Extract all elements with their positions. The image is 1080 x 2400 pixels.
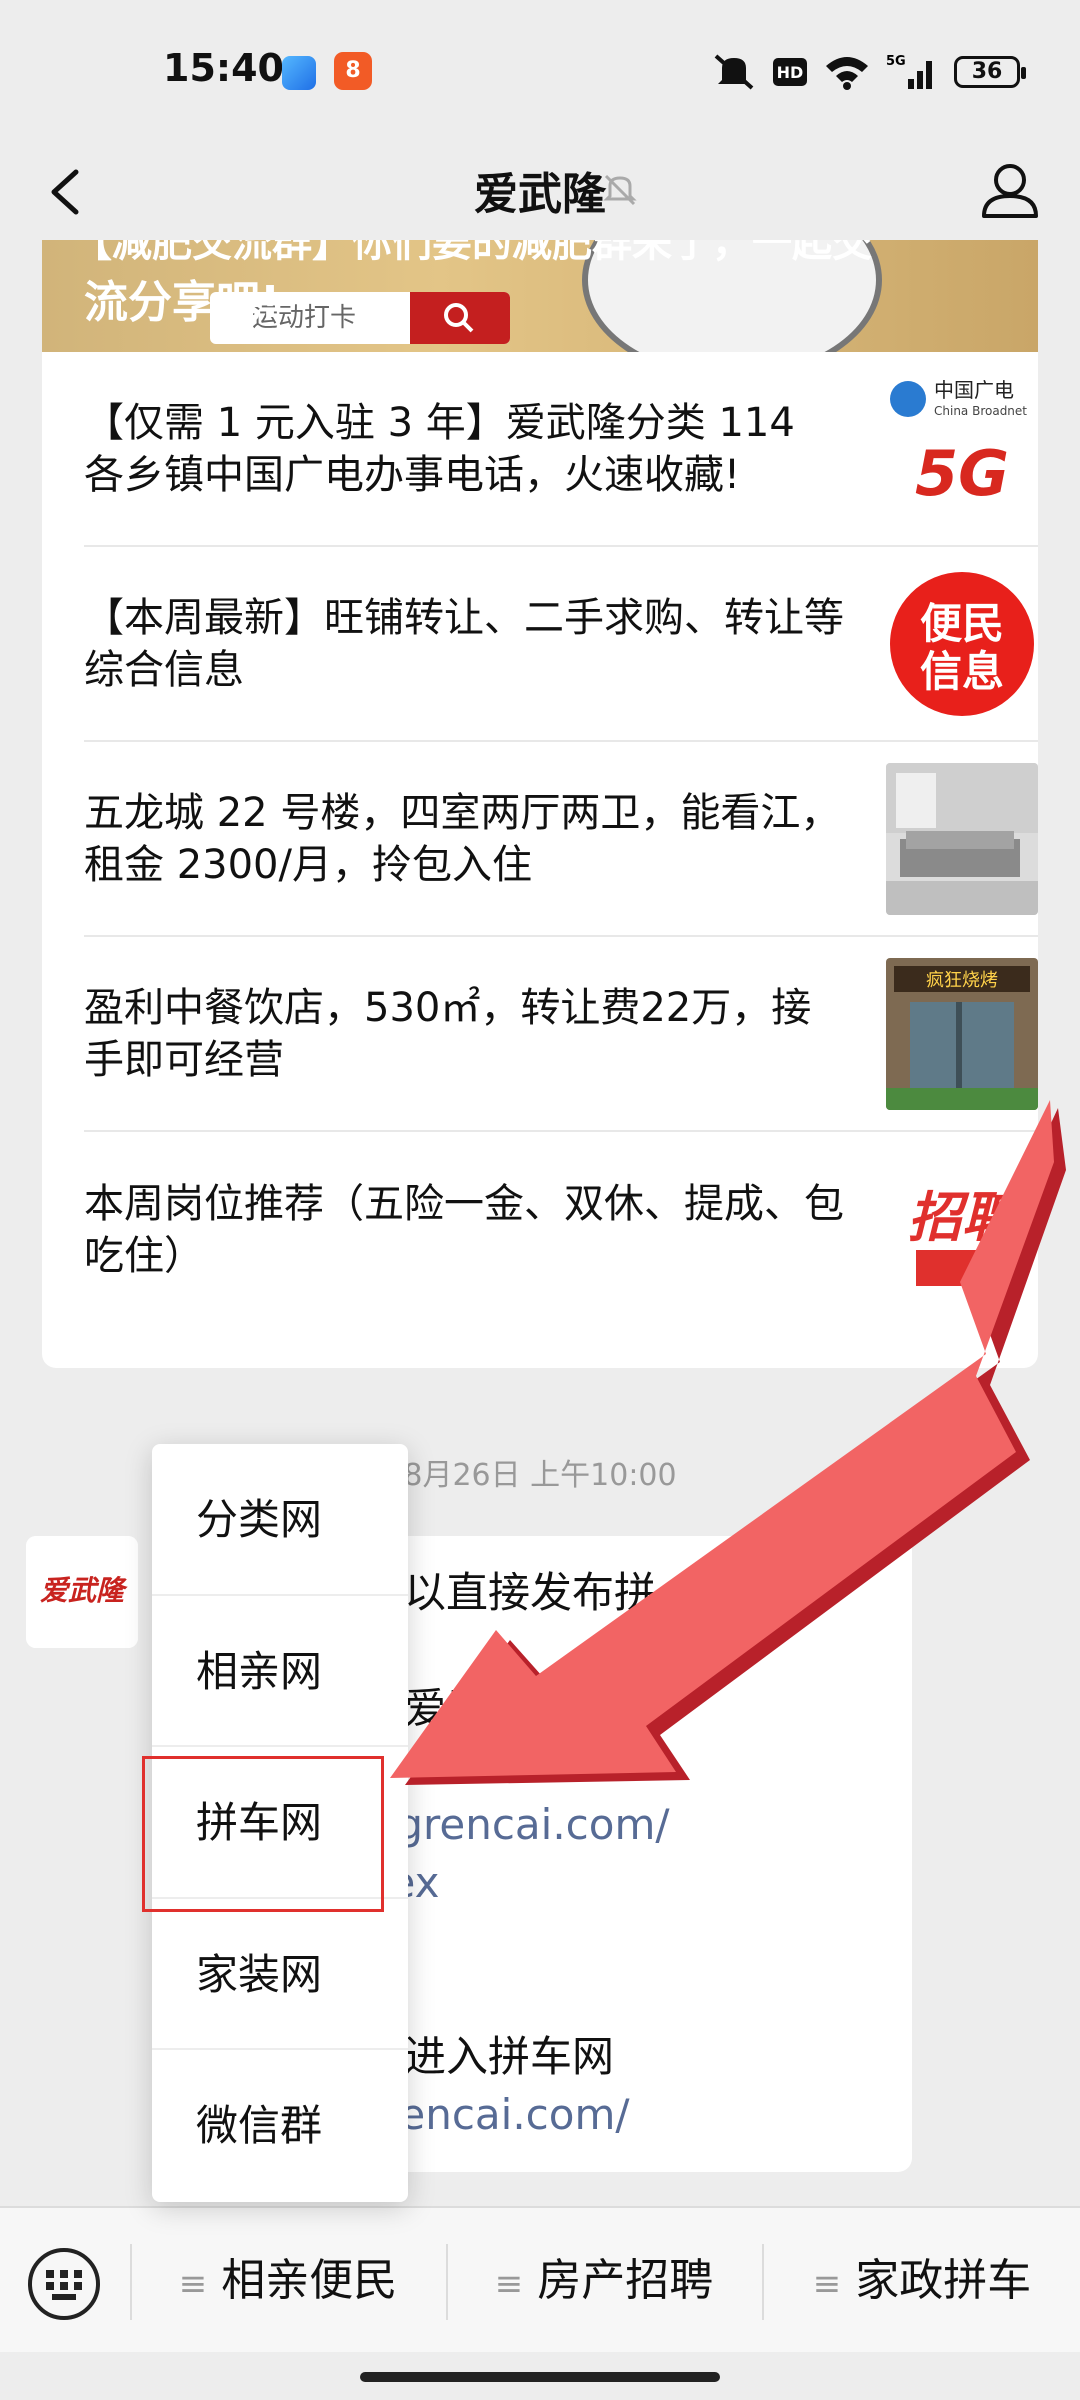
thumb-5g: 5G: [915, 437, 1009, 510]
hd-label: HD: [777, 63, 804, 82]
thumb-sign: 疯狂烧烤: [926, 970, 998, 991]
article-thumbnail-jobs: 招聘: [886, 1153, 1038, 1306]
avatar-logo-text: 爱武隆: [40, 1574, 128, 1607]
article-item[interactable]: 本周岗位推荐（五险一金、双休、提成、包吃住） 招聘: [84, 1132, 1038, 1327]
keyboard-icon: [46, 2270, 82, 2300]
menu-lines-icon: ≡: [178, 2264, 208, 2304]
article-card: 【减肥交流群】你们要的减肥群来了，一起交 运动打卡 流分享吧! 【仅需 1 元入…: [42, 240, 1038, 1368]
article-item[interactable]: 【本周最新】旺铺转让、二手求购、转让等综合信息 便民 信息: [84, 547, 1038, 742]
status-bar: 15:40 8 HD 5G 36: [0, 0, 1080, 140]
profile-icon[interactable]: [970, 150, 1050, 230]
popup-item-wechat-group[interactable]: 微信群: [152, 2050, 408, 2202]
chat-title: 爱武隆: [474, 169, 606, 220]
article-item[interactable]: 盈利中餐饮店，530㎡，转让费22万，接手即可经营 疯狂烧烤: [84, 937, 1038, 1132]
menu-tab-label: 相亲便民: [221, 2255, 398, 2306]
article-thumbnail-restaurant: 疯狂烧烤: [886, 957, 1038, 1110]
sender-avatar[interactable]: 爱武隆: [26, 1536, 138, 1648]
gen-label: 5G: [886, 54, 906, 69]
banner-title-line2: 流分享吧!: [84, 277, 281, 328]
article-thumbnail-info: 便民 信息: [886, 567, 1038, 720]
battery-indicator: 36: [954, 56, 1026, 88]
signal-icon: 5G: [886, 54, 932, 89]
menu-tab-label: 房产招聘: [537, 2255, 714, 2306]
thumb-brand-sub: China Broadnet: [934, 404, 1027, 418]
thumb-text-1: 便民: [920, 599, 1004, 648]
mute-notification-icon: [603, 174, 637, 206]
thumb-text-2: 信息: [920, 647, 1004, 696]
article-item[interactable]: 五龙城 22 号楼，四室两厅两卫，能看江，租金 2300/月，拎包入住: [84, 742, 1038, 937]
popup-item-home-decor[interactable]: 家装网: [152, 1899, 408, 2051]
menu-lines-icon: ≡: [812, 2264, 842, 2304]
article-banner[interactable]: 【减肥交流群】你们要的减肥群来了，一起交 运动打卡 流分享吧!: [42, 240, 1038, 352]
wifi-icon: [826, 57, 868, 90]
menu-tab-housekeeping-carpool[interactable]: ≡ 家政拼车: [764, 2208, 1080, 2354]
article-title: 本周岗位推荐（五险一金、双休、提成、包吃住）: [84, 1180, 844, 1279]
article-title: 盈利中餐饮店，530㎡，转让费22万，接手即可经营: [84, 984, 812, 1083]
app-notification-icon: [282, 56, 316, 90]
popup-item-dating[interactable]: 相亲网: [152, 1596, 408, 1748]
status-time: 15:40: [163, 46, 284, 90]
highlight-box: [142, 1756, 384, 1912]
article-item[interactable]: 【仅需 1 元入驻 3 年】爱武隆分类 114 各乡镇中国广电办事电话，火速收藏…: [84, 352, 1038, 547]
article-thumbnail-5g: 中国广电 China Broadnet 5G: [886, 372, 1038, 525]
app-notification-icon-2: 8: [334, 52, 372, 90]
article-thumbnail-room: [886, 762, 1038, 915]
chat-header: 爱武隆: [0, 140, 1080, 240]
article-title: 【本周最新】旺铺转让、二手求购、转让等综合信息: [84, 594, 844, 693]
home-indicator[interactable]: [360, 2372, 720, 2382]
article-title: 【仅需 1 元入驻 3 年】爱武隆分类 114 各乡镇中国广电办事电话，火速收藏…: [84, 399, 795, 498]
bottom-menu-bar: ≡ 相亲便民 ≡ 房产招聘 ≡ 家政拼车: [0, 2206, 1080, 2352]
thumb-jobs-text: 招聘: [908, 1186, 1023, 1249]
banner-title-line1: 【减肥交流群】你们要的减肥群来了，一起交: [72, 240, 872, 266]
menu-tab-label: 家政拼车: [855, 2255, 1032, 2306]
article-title: 五龙城 22 号楼，四室两厅两卫，能看江，租金 2300/月，拎包入住: [84, 789, 841, 888]
menu-tab-realestate-jobs[interactable]: ≡ 房产招聘: [448, 2208, 760, 2354]
menu-tab-dating-services[interactable]: ≡ 相亲便民: [132, 2208, 444, 2354]
hd-icon: HD: [773, 58, 807, 86]
menu-lines-icon: ≡: [494, 2264, 524, 2304]
mute-icon: [714, 54, 754, 90]
system-icons: HD 5G 36: [712, 50, 1026, 94]
popup-item-classified[interactable]: 分类网: [152, 1444, 408, 1596]
thumb-brand: 中国广电: [934, 378, 1014, 402]
search-icon: [444, 303, 474, 333]
banner-search-button: [410, 292, 510, 344]
keyboard-toggle-button[interactable]: [28, 2248, 100, 2320]
